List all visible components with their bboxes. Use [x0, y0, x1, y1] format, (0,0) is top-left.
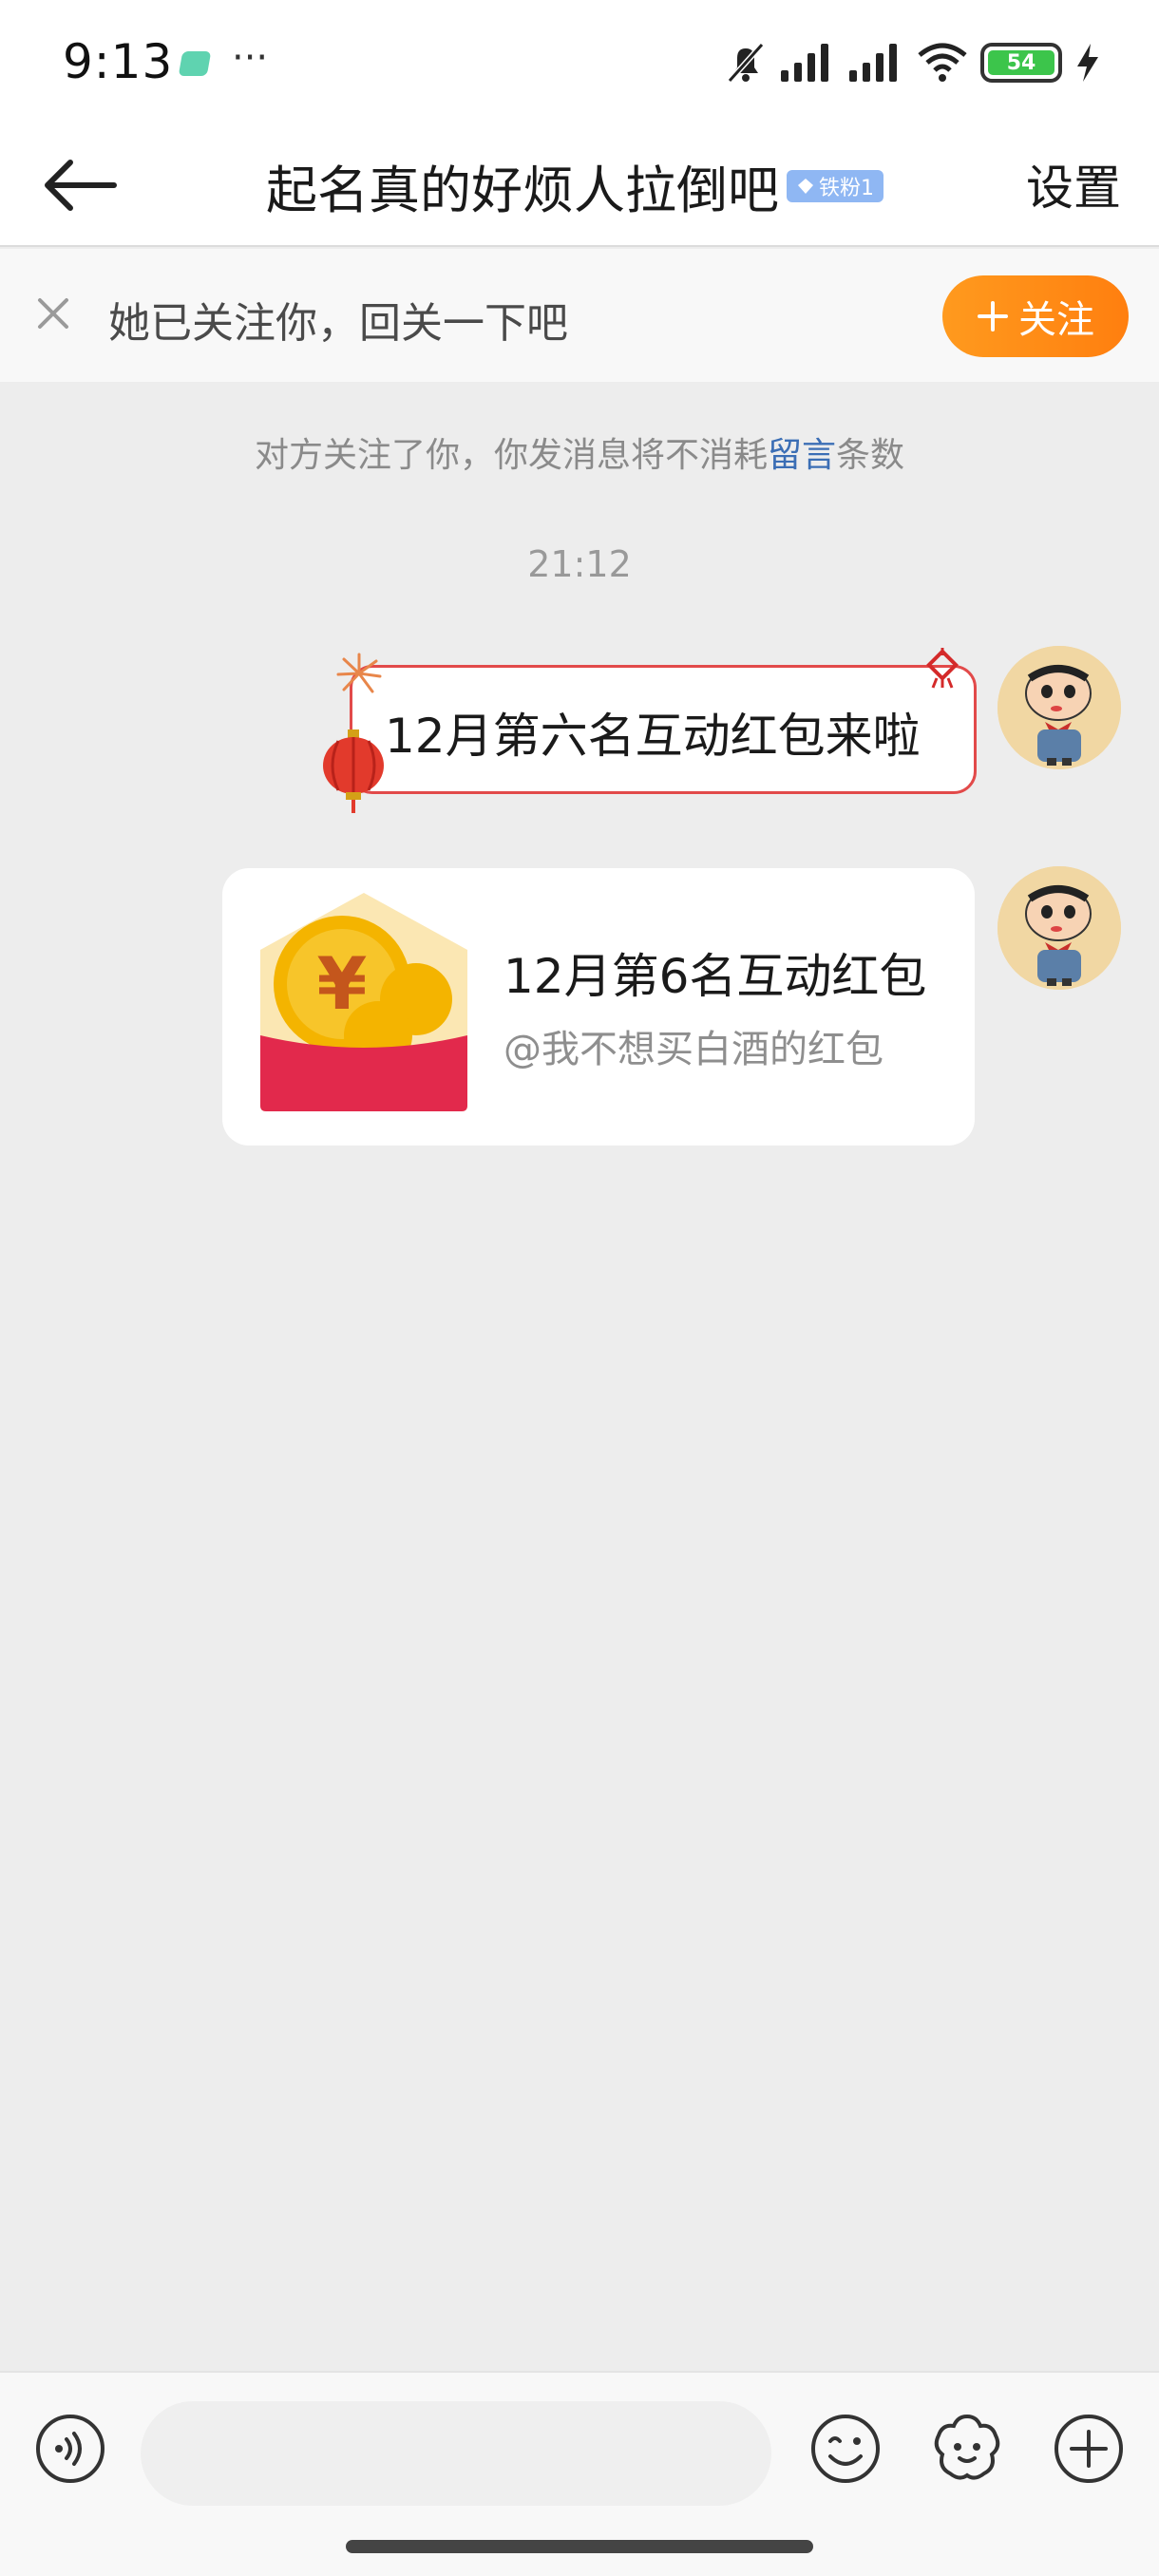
mute-icon	[727, 42, 765, 84]
message-quota-link[interactable]: 留言	[768, 436, 836, 475]
firework-icon	[336, 653, 382, 693]
fan-level-label: 铁粉1	[819, 176, 874, 200]
message-text: 12月第六名互动红包来啦	[385, 709, 921, 764]
diamond-icon	[798, 178, 813, 194]
status-icons: 54	[724, 36, 1102, 89]
cartoon-avatar-icon	[998, 646, 1121, 769]
red-packet-icon: ¥	[260, 893, 467, 1111]
fan-level-badge: 铁粉1	[787, 169, 884, 202]
red-packet-subtitle: @我不想买白酒的红包	[504, 1028, 884, 1071]
follow-button[interactable]: 关注	[942, 275, 1129, 357]
app-notification-icon	[178, 51, 212, 76]
chat-header: 起名真的好烦人拉倒吧 铁粉1 设置	[0, 123, 1159, 247]
notice-prefix: 对方关注了你，你发消息将不消耗	[254, 436, 768, 475]
festive-message-bubble[interactable]: 12月第六名互动红包来啦	[350, 665, 977, 794]
red-packet-title: 12月第6名互动红包	[504, 949, 927, 1004]
more-notifications-icon: ···	[232, 36, 269, 80]
plus-icon	[978, 301, 1008, 331]
red-packet-card[interactable]: ¥ 12月第6名互动红包 @我不想买白酒的红包	[222, 868, 975, 1146]
emoji-icon[interactable]	[809, 2413, 882, 2485]
follow-back-bar: 她已关注你，回关一下吧 关注	[0, 249, 1159, 382]
message-timestamp: 21:12	[527, 543, 632, 585]
follow-button-label: 关注	[1018, 298, 1094, 342]
wifi-icon	[918, 43, 967, 82]
notice-suffix: 条数	[836, 436, 905, 475]
home-indicator[interactable]	[346, 2540, 813, 2553]
sender-avatar[interactable]	[998, 866, 1121, 990]
follow-notice: 对方关注了你，你发消息将不消耗留言条数	[0, 427, 1159, 477]
chat-title-group[interactable]: 起名真的好烦人拉倒吧 铁粉1	[266, 148, 884, 223]
lantern-icon	[323, 729, 384, 813]
sender-avatar[interactable]	[998, 646, 1121, 769]
sticker-icon[interactable]	[929, 2411, 1005, 2487]
battery-level: 54	[988, 50, 1054, 75]
status-time: 9:13	[63, 34, 174, 89]
message-input[interactable]	[141, 2401, 771, 2506]
chat-title: 起名真的好烦人拉倒吧	[266, 161, 779, 220]
back-arrow-icon[interactable]	[38, 147, 124, 223]
signal-icon	[781, 44, 828, 82]
signal-icon	[849, 44, 897, 82]
charging-icon	[1077, 44, 1098, 82]
follow-back-message: 她已关注你，回关一下吧	[108, 299, 568, 348]
voice-icon[interactable]	[34, 2413, 106, 2485]
settings-button[interactable]: 设置	[1026, 150, 1121, 218]
battery-icon: 54	[980, 43, 1062, 83]
close-icon[interactable]	[30, 291, 76, 336]
plus-icon[interactable]	[1053, 2413, 1125, 2485]
status-bar: 9:13 ··· 54	[0, 0, 1159, 123]
cartoon-avatar-icon	[998, 866, 1121, 990]
chinese-knot-icon	[926, 648, 959, 689]
